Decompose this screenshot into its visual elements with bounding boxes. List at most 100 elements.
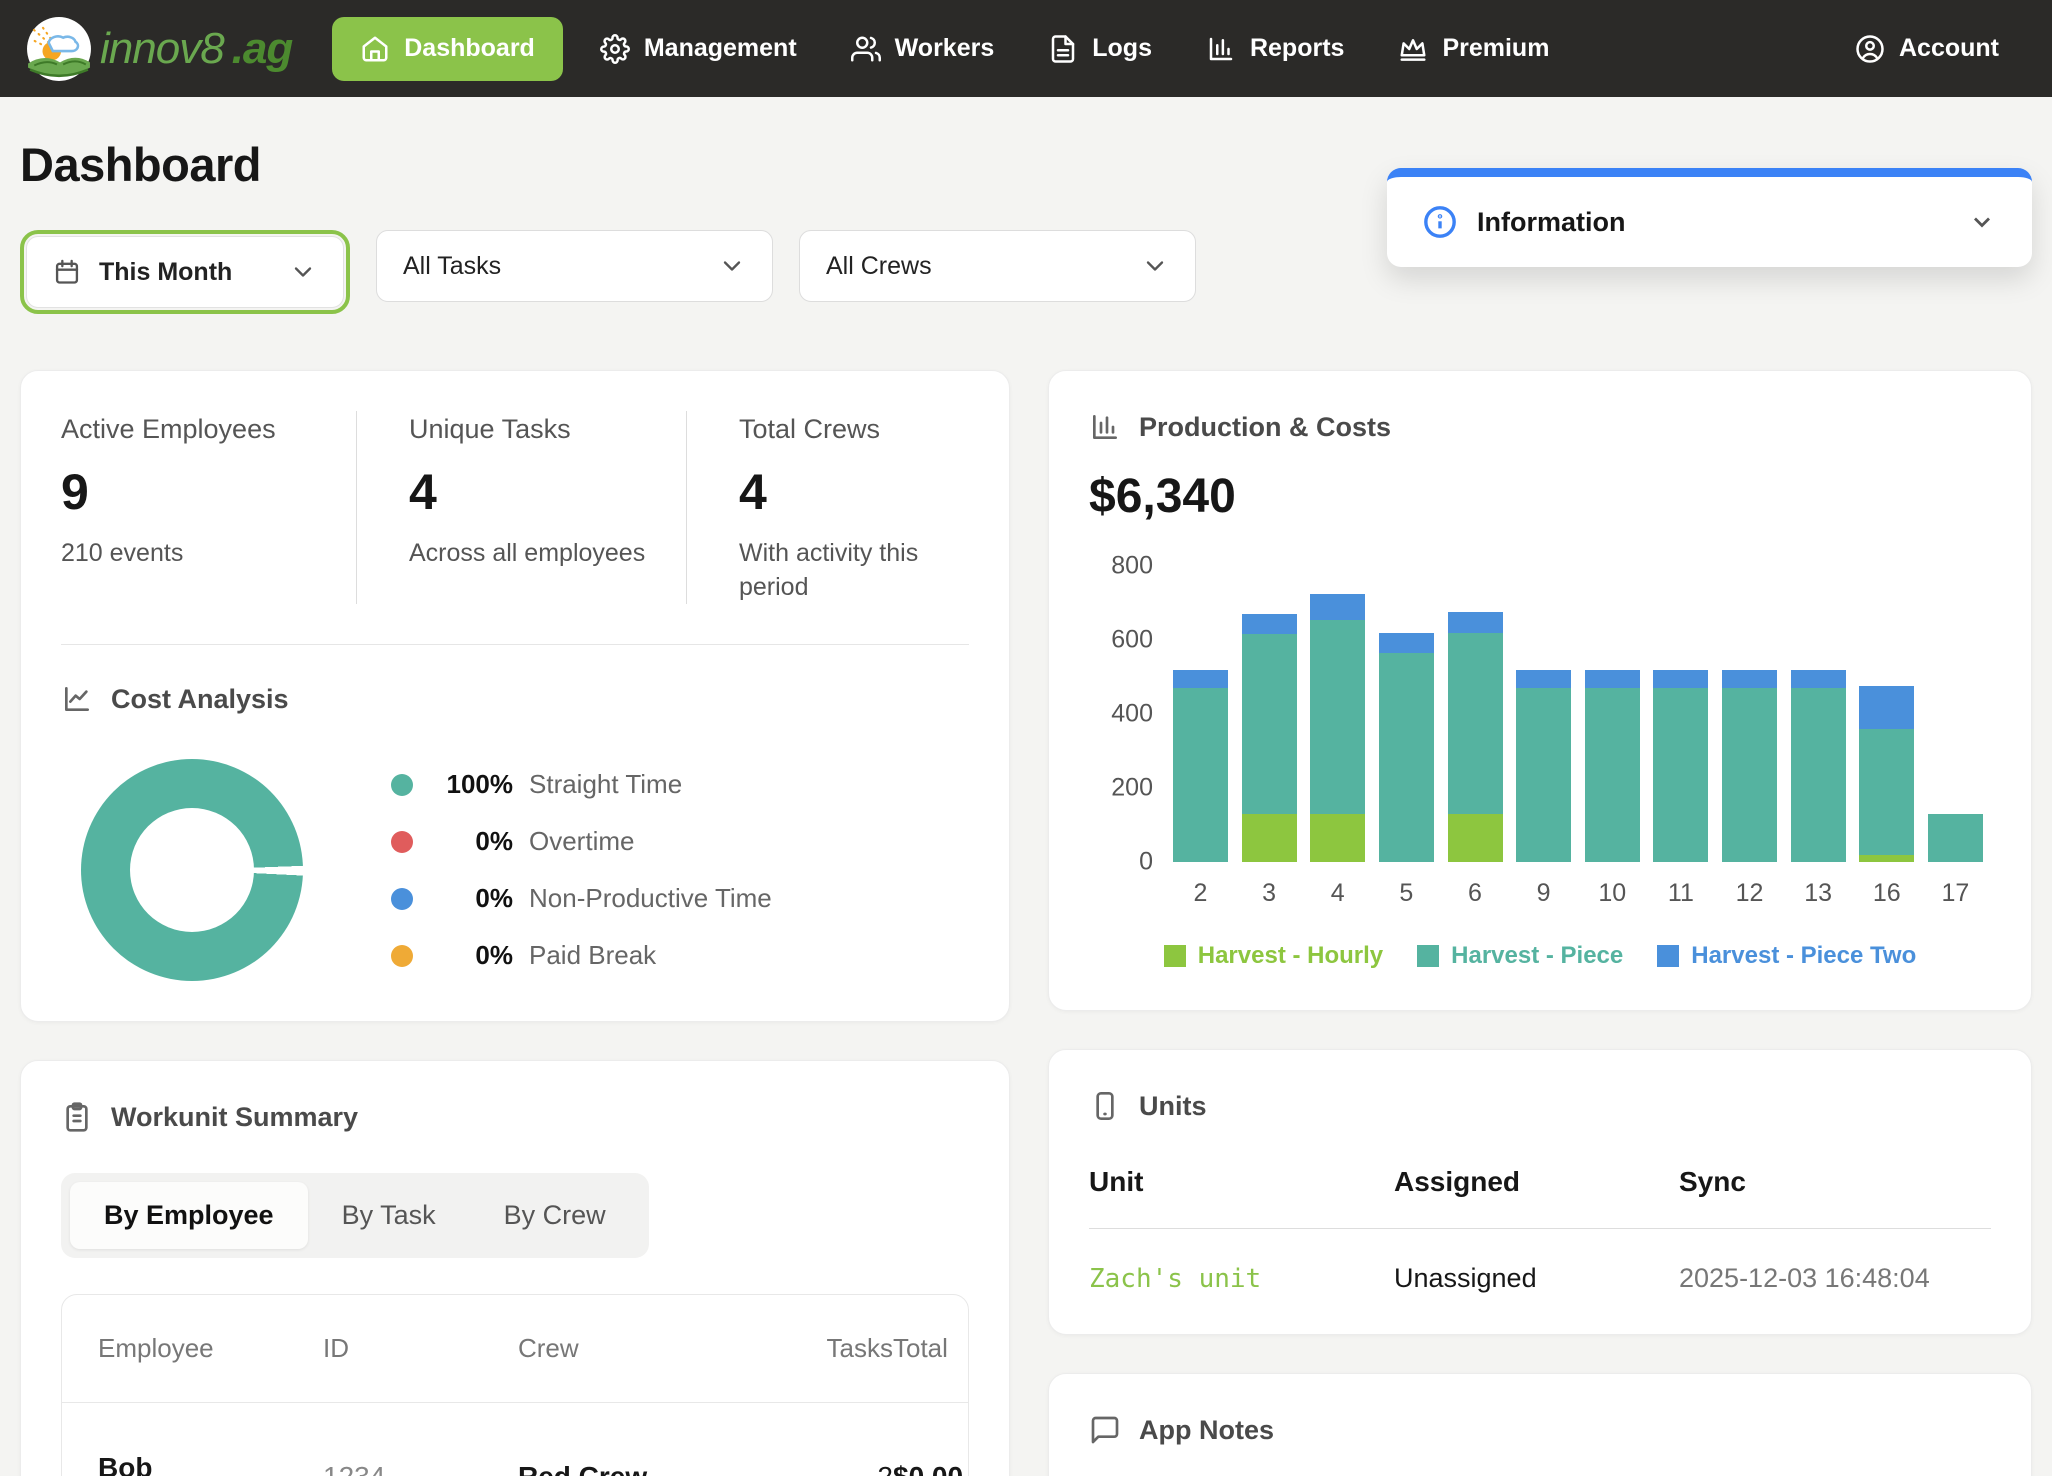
speech-bubble-icon (1089, 1414, 1121, 1446)
bar-segment (1242, 634, 1297, 813)
cell-tasks: 2 (778, 1447, 893, 1476)
legend-swatch (1164, 945, 1186, 967)
bar-stack (1791, 670, 1846, 862)
stat-label: Total Crews (739, 411, 929, 449)
legend-item-overtime: 0% Overtime (391, 826, 772, 857)
crews-filter[interactable]: All Crews (799, 230, 1196, 302)
users-icon (851, 34, 881, 64)
crown-icon (1398, 34, 1428, 64)
legend-pct: 0% (433, 883, 513, 914)
bar-stack (1653, 670, 1708, 862)
information-panel[interactable]: Information (1387, 168, 2032, 267)
cell-employee: Bob Alexander (98, 1447, 238, 1476)
tasks-filter[interactable]: All Tasks (376, 230, 773, 302)
production-bar-chart: 0200400600800 234569101112131617 (1089, 564, 1991, 908)
stat-label: Active Employees (61, 411, 316, 449)
stat-value: 9 (61, 463, 316, 521)
cell-total: $0.00 (893, 1447, 963, 1476)
y-tick-label: 0 (1139, 848, 1153, 877)
stats-row: Active Employees 9 210 events Unique Tas… (61, 411, 969, 604)
info-icon (1423, 205, 1457, 239)
x-tick-label: 3 (1262, 862, 1276, 908)
bar-segment (1722, 670, 1777, 689)
stat-label: Unique Tasks (409, 411, 646, 449)
section-title-text: Production & Costs (1139, 412, 1391, 443)
cost-analysis-title: Cost Analysis (61, 683, 969, 715)
bar-column: 12 (1722, 564, 1777, 908)
x-tick-label: 13 (1804, 862, 1832, 908)
legend-swatch (1417, 945, 1439, 967)
date-filter-value: This Month (99, 258, 232, 287)
workunit-table: Employee ID Crew Tasks Total Bob Alexand… (61, 1294, 969, 1476)
bar-segment (1722, 688, 1777, 862)
bar-segment (1791, 688, 1846, 862)
top-nav: innov8.ag Dashboard Management Workers L… (0, 0, 2052, 97)
chart-legend-item: Harvest - Piece Two (1657, 942, 1916, 970)
chevron-down-icon (1141, 252, 1169, 280)
col-header-sync: Sync (1679, 1166, 1991, 1229)
nav-item-dashboard[interactable]: Dashboard (332, 17, 563, 81)
bar-segment (1173, 688, 1228, 862)
nav-item-workers[interactable]: Workers (824, 34, 1022, 64)
legend-label: Harvest - Hourly (1198, 942, 1383, 970)
nav-item-reports[interactable]: Reports (1179, 34, 1371, 64)
legend-item-straight-time: 100% Straight Time (391, 769, 772, 800)
bar-stack (1516, 670, 1571, 862)
workunit-summary-card: Workunit Summary By Employee By Task By … (20, 1060, 1010, 1476)
bar-stack (1242, 614, 1297, 862)
units-header-row: Unit Assigned Sync (1089, 1166, 1991, 1229)
table-row[interactable]: Bob Alexander 1234 Red Crew 2 $0.00 (62, 1403, 968, 1476)
bar-column: 13 (1791, 564, 1846, 908)
y-tick-label: 600 (1111, 626, 1153, 655)
unit-assigned: Unassigned (1394, 1229, 1679, 1294)
bars-area: 234569101112131617 (1167, 564, 1991, 908)
date-filter[interactable]: This Month (26, 236, 344, 308)
tasks-filter-value: All Tasks (403, 252, 501, 281)
bar-segment (1310, 620, 1365, 814)
document-icon (1048, 34, 1078, 64)
tab-by-crew[interactable]: By Crew (470, 1182, 640, 1249)
bar-segment (1448, 612, 1503, 632)
units-row: Zach's unit Unassigned 2025-12-03 16:48:… (1089, 1229, 1991, 1294)
bar-segment (1310, 814, 1365, 862)
bar-column: 16 (1859, 564, 1914, 908)
cost-donut-chart (81, 759, 303, 981)
y-tick-label: 200 (1111, 774, 1153, 803)
bar-segment (1516, 670, 1571, 689)
cost-legend: 100% Straight Time 0% Overtime 0% Non-Pr… (391, 769, 772, 971)
stat-value: 4 (409, 463, 646, 521)
nav-item-account[interactable]: Account (1828, 34, 2026, 64)
brand-logo[interactable]: innov8.ag (26, 16, 292, 82)
legend-label: Overtime (529, 826, 634, 857)
nav-label: Workers (895, 34, 995, 63)
calendar-icon (53, 258, 81, 286)
col-header-employee: Employee (98, 1333, 323, 1364)
legend-label: Non-Productive Time (529, 883, 772, 914)
nav-item-premium[interactable]: Premium (1371, 34, 1576, 64)
nav-item-logs[interactable]: Logs (1021, 34, 1179, 64)
legend-label: Straight Time (529, 769, 682, 800)
legend-item-paid-break: 0% Paid Break (391, 940, 772, 971)
chevron-down-icon (1968, 208, 1996, 236)
bar-segment (1448, 633, 1503, 814)
brand-name: innov8 (100, 24, 224, 74)
stat-total-crews: Total Crews 4 With activity this period (686, 411, 969, 604)
nav-label: Management (644, 34, 797, 63)
x-tick-label: 6 (1468, 862, 1482, 908)
legend-dot (391, 945, 413, 967)
bar-column: 5 (1379, 564, 1434, 908)
tab-by-task[interactable]: By Task (308, 1182, 470, 1249)
nav-label: Dashboard (404, 34, 535, 63)
section-title-text: Units (1139, 1091, 1207, 1122)
tab-by-employee[interactable]: By Employee (70, 1182, 308, 1249)
units-table: Unit Assigned Sync Zach's unit Unassigne… (1089, 1166, 1991, 1294)
nav-item-management[interactable]: Management (573, 34, 824, 64)
bar-stack (1379, 633, 1434, 862)
stat-active-employees: Active Employees 9 210 events (61, 411, 356, 604)
units-card: Units Unit Assigned Sync Zach's unit Una… (1048, 1049, 2032, 1335)
nav-label: Reports (1250, 34, 1344, 63)
nav-label: Premium (1442, 34, 1549, 63)
legend-label: Harvest - Piece (1451, 942, 1623, 970)
col-header-total: Total (893, 1333, 948, 1364)
unit-name-link[interactable]: Zach's unit (1089, 1230, 1394, 1294)
